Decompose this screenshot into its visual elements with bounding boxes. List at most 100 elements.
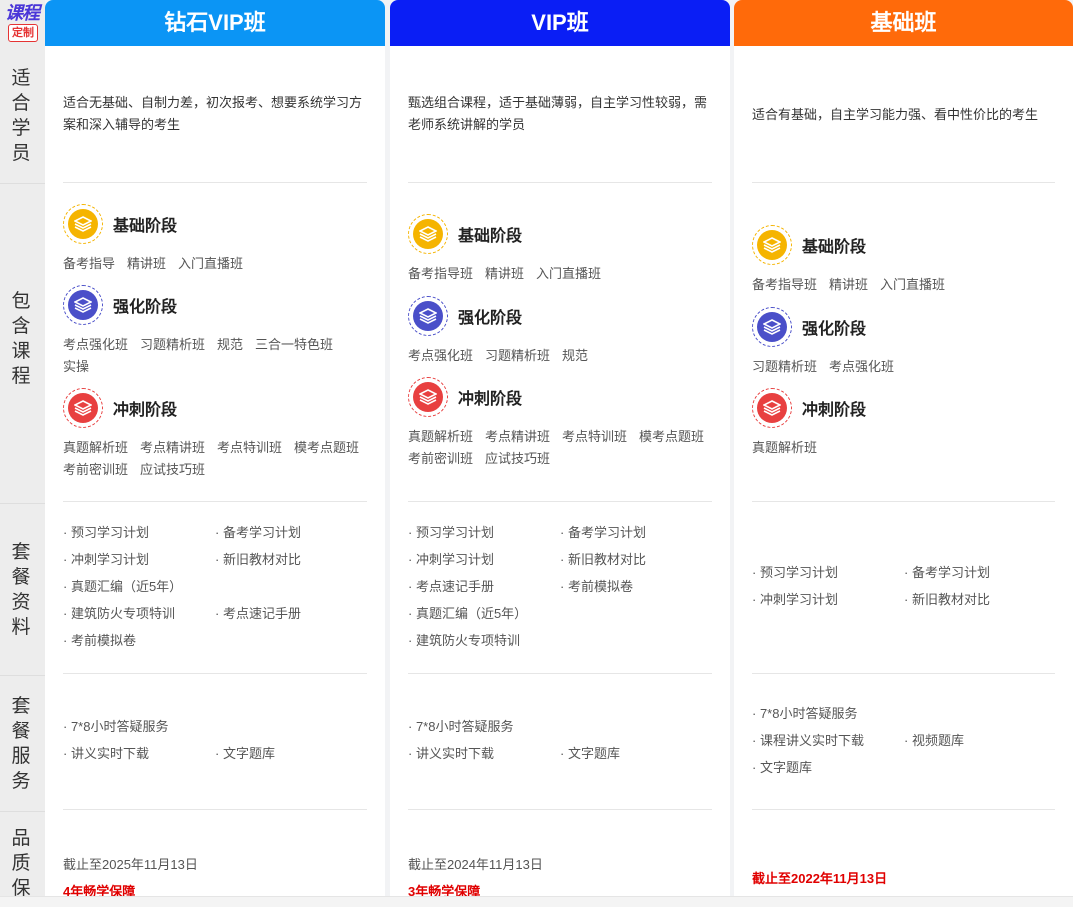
stage-title: 冲刺阶段 bbox=[458, 391, 523, 408]
section-divider bbox=[408, 673, 712, 674]
course-item: 规范 bbox=[217, 337, 244, 352]
course-list: 考点强化班 习题精析班 规范 三合一特色班实操 bbox=[63, 334, 373, 378]
rail-divider bbox=[0, 183, 45, 184]
bottom-scroll-strip bbox=[0, 896, 1073, 907]
rail-divider bbox=[0, 503, 45, 504]
material-item: · 真题汇编（近5年） bbox=[408, 606, 528, 621]
material-item: · 建筑防火专项特训 bbox=[408, 633, 520, 648]
layers-icon bbox=[752, 307, 792, 347]
section-divider bbox=[63, 809, 367, 810]
logo-stamp: 定制 bbox=[8, 24, 38, 42]
stage-basic: 基础阶段 备考指导 精讲班 入门直播班 bbox=[63, 203, 373, 275]
course-item: 三合一特色班 bbox=[255, 337, 334, 352]
course-item: 考点特训班 bbox=[217, 440, 283, 455]
course-list: 备考指导 精讲班 入门直播班 bbox=[63, 253, 373, 275]
section-divider bbox=[408, 809, 712, 810]
stage-title: 冲刺阶段 bbox=[113, 402, 178, 419]
service-item bbox=[215, 716, 367, 738]
stage-basic: 基础阶段 备考指导班 精讲班 入门直播班 bbox=[752, 224, 1061, 296]
course-item: 规范 bbox=[562, 348, 589, 363]
section-divider bbox=[408, 501, 712, 502]
rail-divider bbox=[0, 675, 45, 676]
material-item: · 备考学习计划 bbox=[904, 565, 990, 580]
section-divider bbox=[63, 501, 367, 502]
service-item: · 7*8小时答疑服务 bbox=[408, 719, 514, 734]
services-list: · 7*8小时答疑服务 · 课程讲义实时下载 · 视频题库 · 文字题库 bbox=[752, 703, 1063, 779]
plan-column-diamond-vip: 钻石VIP班 适合无基础、自制力差，初次报考、想要系统学习方案和深入辅导的考生 … bbox=[45, 0, 385, 906]
material-item: · 考点速记手册 bbox=[215, 606, 301, 621]
course-list: 备考指导班 精讲班 入门直播班 bbox=[752, 274, 1061, 296]
course-item: 考点精讲班 bbox=[485, 429, 551, 444]
course-item: 考前密训班 bbox=[408, 451, 474, 466]
category-rail: 课程 定制 适合学员 包含课程 套餐资料 套餐服务 品质保 bbox=[0, 0, 45, 906]
section-divider bbox=[408, 182, 712, 183]
material-item bbox=[560, 603, 712, 625]
course-custom-logo: 课程 定制 bbox=[2, 2, 42, 44]
layers-icon bbox=[408, 214, 448, 254]
material-item: · 建筑防火专项特训 bbox=[63, 606, 175, 621]
materials-list: · 预习学习计划 · 备考学习计划 · 冲刺学习计划 · 新旧教材对比 bbox=[752, 562, 1063, 611]
course-item: 考点强化班 bbox=[408, 348, 474, 363]
section-divider bbox=[752, 182, 1055, 183]
service-item: · 视频题库 bbox=[904, 733, 964, 748]
plan-column-basic: 基础班 适合有基础，自主学习能力强、看中性价比的考生 基础阶段 备考指导班 精讲班… bbox=[734, 0, 1073, 906]
guarantee-text: 截止至2022年11月13日 bbox=[752, 871, 888, 886]
course-list: 真题解析班 bbox=[752, 437, 1061, 459]
stage-title: 基础阶段 bbox=[802, 239, 867, 256]
plan-title: 钻石VIP班 bbox=[45, 0, 385, 46]
course-item: 实操 bbox=[63, 359, 90, 374]
stage-sprint: 冲刺阶段 真题解析班 考点精讲班 考点特训班 模考点题班考前密训班 应试技巧班 bbox=[408, 376, 718, 470]
services-list: · 7*8小时答疑服务 · 讲义实时下载 · 文字题库 bbox=[63, 716, 375, 765]
stage-strengthen: 强化阶段 习题精析班 考点强化班 bbox=[752, 306, 1061, 378]
course-item: 真题解析班 bbox=[408, 429, 474, 444]
material-item: · 真题汇编（近5年） bbox=[63, 579, 183, 594]
course-item: 备考指导 bbox=[63, 256, 116, 271]
rail-label-materials: 套餐资料 bbox=[11, 542, 31, 638]
course-item: 精讲班 bbox=[829, 277, 869, 292]
material-item: · 备考学习计划 bbox=[215, 525, 301, 540]
course-item: 应试技巧班 bbox=[140, 462, 206, 477]
stage-title: 冲刺阶段 bbox=[802, 402, 867, 419]
rail-label-suitable: 适合学员 bbox=[11, 68, 31, 164]
material-item bbox=[215, 576, 367, 598]
course-item: 模考点题班 bbox=[639, 429, 705, 444]
layers-icon bbox=[752, 388, 792, 428]
plan-title: 基础班 bbox=[734, 0, 1073, 46]
deadline-text: 截止至2024年11月13日 bbox=[408, 857, 543, 872]
material-item: · 考前模拟卷 bbox=[560, 579, 633, 594]
service-item: · 文字题库 bbox=[752, 760, 812, 775]
layers-icon bbox=[63, 204, 103, 244]
material-item: · 考点速记手册 bbox=[408, 579, 494, 594]
course-item: 习题精析班 bbox=[485, 348, 551, 363]
course-item: 备考指导班 bbox=[408, 266, 474, 281]
course-list: 考点强化班 习题精析班 规范 bbox=[408, 345, 718, 367]
plan-title: VIP班 bbox=[390, 0, 730, 46]
course-list: 习题精析班 考点强化班 bbox=[752, 356, 1061, 378]
course-item: 入门直播班 bbox=[536, 266, 602, 281]
section-divider bbox=[63, 182, 367, 183]
material-item bbox=[560, 630, 712, 652]
course-item: 入门直播班 bbox=[880, 277, 946, 292]
course-list: 真题解析班 考点精讲班 考点特训班 模考点题班考前密训班 应试技巧班 bbox=[63, 437, 373, 481]
stage-title: 强化阶段 bbox=[113, 299, 178, 316]
layers-icon bbox=[752, 225, 792, 265]
stage-title: 强化阶段 bbox=[802, 321, 867, 338]
material-item: · 新旧教材对比 bbox=[560, 552, 646, 567]
material-item: · 备考学习计划 bbox=[560, 525, 646, 540]
material-item: · 冲刺学习计划 bbox=[752, 592, 838, 607]
rail-label-courses: 包含课程 bbox=[11, 291, 31, 387]
logo-text: 课程 bbox=[5, 3, 40, 23]
material-item: · 预习学习计划 bbox=[63, 525, 149, 540]
service-item: · 7*8小时答疑服务 bbox=[63, 719, 169, 734]
stage-title: 基础阶段 bbox=[458, 228, 523, 245]
course-item: 习题精析班 bbox=[140, 337, 206, 352]
materials-list: · 预习学习计划 · 备考学习计划 · 冲刺学习计划 · 新旧教材对比 · 真题… bbox=[63, 522, 375, 652]
material-item: · 新旧教材对比 bbox=[215, 552, 301, 567]
service-item bbox=[904, 757, 1056, 779]
material-item: · 预习学习计划 bbox=[408, 525, 494, 540]
course-item: 考点强化班 bbox=[829, 359, 895, 374]
material-item: · 新旧教材对比 bbox=[904, 592, 990, 607]
course-item: 精讲班 bbox=[485, 266, 525, 281]
stage-sprint: 冲刺阶段 真题解析班 考点精讲班 考点特训班 模考点题班考前密训班 应试技巧班 bbox=[63, 387, 373, 481]
stage-title: 强化阶段 bbox=[458, 310, 523, 327]
